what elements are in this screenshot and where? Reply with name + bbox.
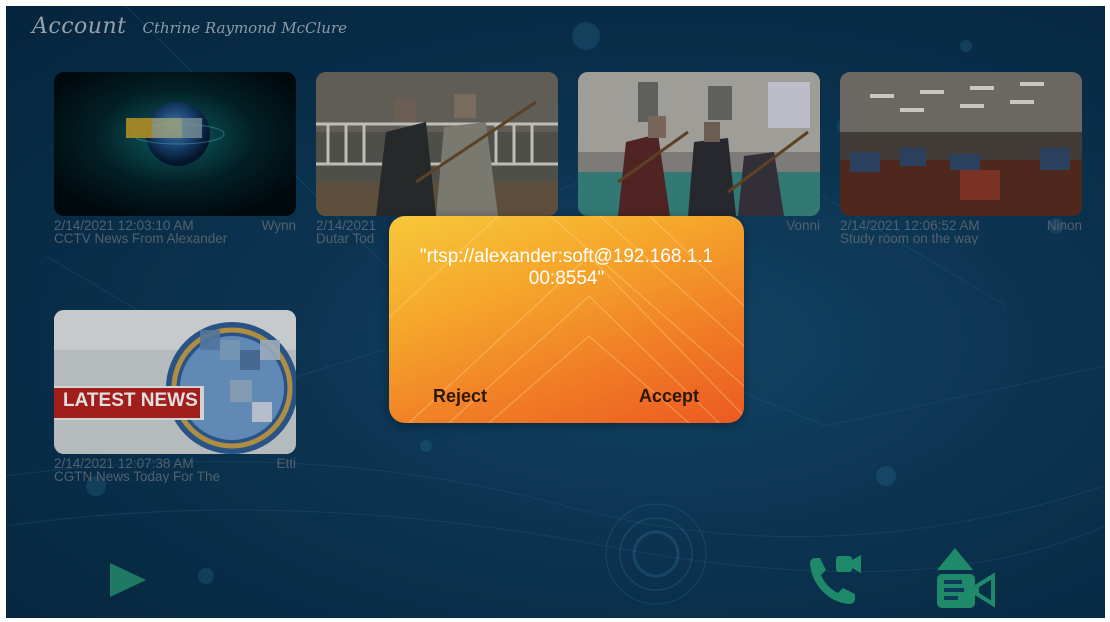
play-icon[interactable]: [108, 561, 148, 604]
reject-button[interactable]: Reject: [433, 386, 487, 407]
dialog-message: "rtsp://alexander:soft@192.168.1.100:855…: [419, 246, 714, 289]
video-call-icon[interactable]: [806, 552, 864, 611]
main-screen: Account Cthrine Raymond McClure 2/14/202…: [6, 6, 1105, 618]
accept-button[interactable]: Accept: [639, 386, 699, 407]
upload-video-icon[interactable]: [933, 546, 1003, 617]
rtsp-request-dialog: "rtsp://alexander:soft@192.168.1.100:855…: [389, 216, 744, 423]
